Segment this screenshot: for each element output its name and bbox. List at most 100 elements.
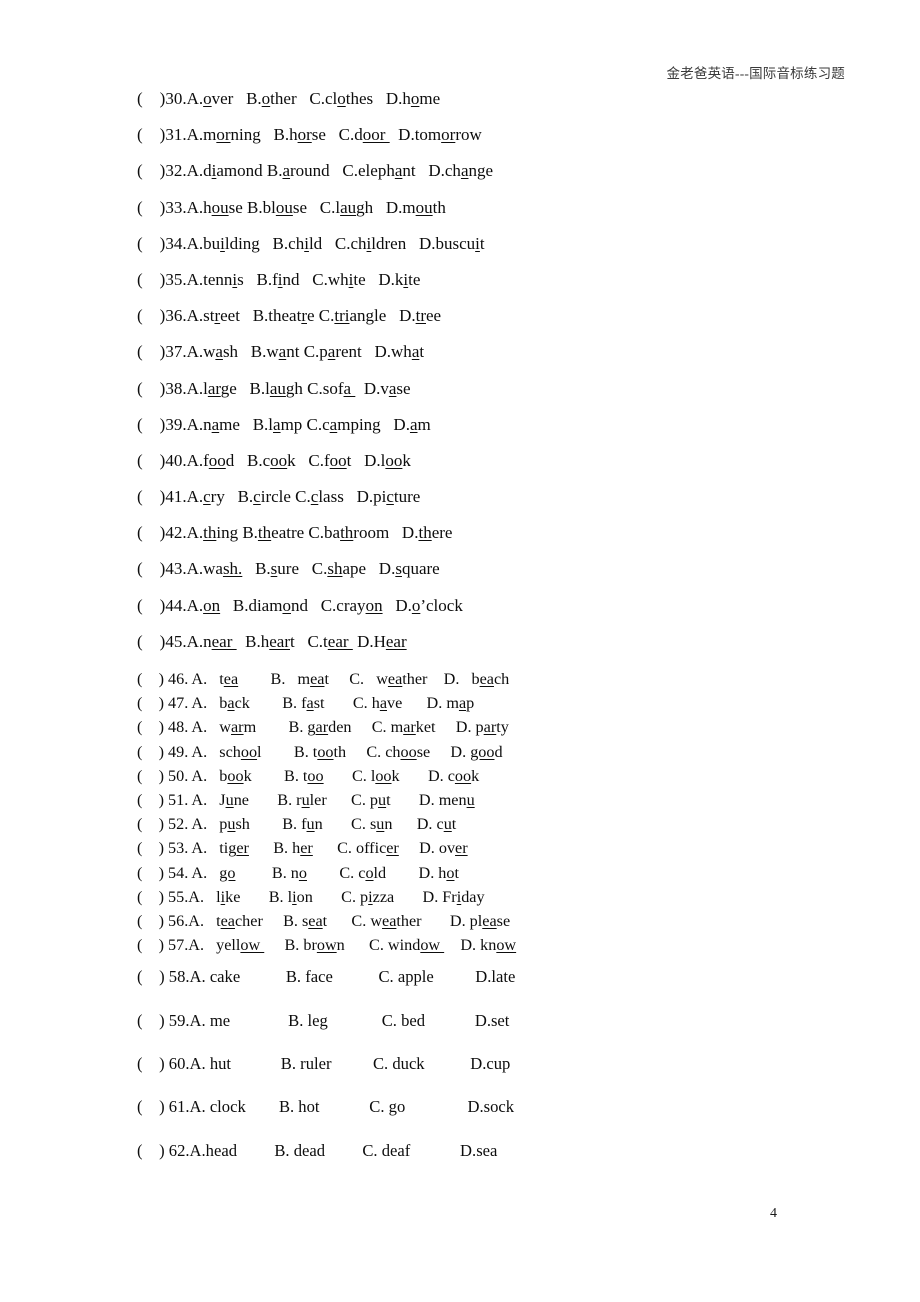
question-text: C. c — [306, 863, 366, 882]
question-row-41: ( )41.A.cry B.circle C.class D.picture — [137, 488, 837, 524]
answer-bracket-57[interactable]: ( — [137, 936, 159, 954]
underlined-text: a — [306, 694, 314, 713]
underlined-text: o — [298, 863, 307, 882]
question-row-42: ( )42.A.thing B.theatre C.bathroom D.the… — [137, 524, 837, 560]
question-text: ’clock — [420, 595, 463, 615]
underlined-text: ear — [327, 631, 353, 651]
question-text: n D. c — [384, 815, 444, 834]
question-row-37: ( )37.A.wash B.want C.parent D.what — [137, 343, 837, 379]
answer-bracket-60[interactable]: ( — [137, 1054, 159, 1073]
answer-bracket-47[interactable]: ( — [137, 694, 159, 712]
answer-bracket-53[interactable]: ( — [137, 839, 159, 857]
question-text: nd C.cray — [290, 595, 366, 615]
underlined-text: ea — [479, 670, 494, 688]
question-group-a: ( )30.A.over B.other C.clothes D.home( )… — [137, 90, 837, 669]
question-text: t C.t — [290, 631, 328, 651]
answer-bracket-55[interactable]: ( — [137, 888, 159, 906]
underlined-text: sh. — [222, 559, 243, 579]
question-row-30: ( )30.A.over B.other C.clothes D.home — [137, 90, 837, 126]
answer-bracket-56[interactable]: ( — [137, 912, 159, 930]
underlined-text: ear — [269, 631, 290, 651]
question-text: th C. ch — [333, 742, 401, 761]
underlined-text: or — [297, 125, 312, 145]
answer-bracket-62[interactable]: ( — [137, 1141, 159, 1160]
underlined-text: ar — [315, 718, 329, 737]
question-text: ket D. p — [415, 718, 484, 737]
question-text: room D. — [353, 523, 419, 543]
question-row-39: ( )39.A.name B.lamp C.camping D.am — [137, 416, 837, 452]
underlined-text: oo — [317, 742, 334, 761]
question-text: nt D.ch — [402, 161, 461, 181]
question-text: )32.A.d — [159, 161, 212, 181]
underlined-text: on — [203, 595, 221, 615]
answer-bracket-52[interactable]: ( — [137, 815, 159, 833]
underlined-text: ow — [420, 936, 445, 955]
answer-bracket-31[interactable]: ( — [137, 125, 160, 144]
question-text: ld C.ch — [308, 233, 367, 253]
answer-bracket-59[interactable]: ( — [137, 1011, 159, 1030]
underlined-text: u — [466, 790, 475, 809]
question-row-43: ( )43.A.wash. B.sure C.shape D.square — [137, 560, 837, 596]
answer-bracket-46[interactable]: ( — [137, 670, 159, 688]
question-text: ge B.l — [220, 378, 270, 398]
answer-bracket-58[interactable]: ( — [137, 967, 159, 986]
question-text: ne B. r — [233, 790, 302, 809]
answer-bracket-40[interactable]: ( — [137, 451, 160, 470]
answer-bracket-61[interactable]: ( — [137, 1097, 159, 1116]
question-text: )38.A.l — [159, 378, 208, 398]
question-text: se — [396, 378, 411, 398]
question-text: d B.c — [225, 450, 271, 470]
question-text: ld D. h — [373, 863, 447, 882]
underlined-text: ow — [240, 936, 265, 955]
question-text: ) 55.A. l — [158, 887, 221, 906]
question-text: t C. w — [324, 670, 388, 688]
question-text: ther D. b — [402, 670, 480, 688]
underlined-text: a — [343, 378, 356, 398]
underlined-text: o — [365, 863, 374, 882]
question-text: B.diam — [220, 595, 283, 615]
page-number: 4 — [770, 1206, 777, 1221]
question-text: t C. w — [322, 911, 383, 930]
answer-bracket-39[interactable]: ( — [137, 415, 160, 434]
answer-bracket-43[interactable]: ( — [137, 559, 160, 578]
answer-bracket-38[interactable]: ( — [137, 379, 160, 398]
question-text: thes D.h — [345, 89, 411, 108]
answer-bracket-44[interactable]: ( — [137, 596, 160, 615]
answer-bracket-42[interactable]: ( — [137, 523, 160, 542]
underlined-text: o — [203, 89, 212, 108]
question-text: t — [454, 863, 459, 882]
underlined-text: ea — [223, 670, 239, 688]
answer-bracket-32[interactable]: ( — [137, 161, 160, 180]
answer-bracket-35[interactable]: ( — [137, 270, 160, 289]
underlined-text: o — [282, 595, 291, 615]
answer-bracket-45[interactable]: ( — [137, 632, 160, 651]
underlined-text: a — [215, 342, 223, 362]
underlined-text: ow — [496, 936, 517, 955]
question-text: nt C.p — [286, 342, 328, 362]
answer-bracket-51[interactable]: ( — [137, 791, 159, 809]
question-row-44: ( )44.A.on B.diamond C.crayon D.o’clock — [137, 597, 837, 633]
answer-bracket-48[interactable]: ( — [137, 718, 159, 736]
answer-bracket-41[interactable]: ( — [137, 487, 160, 506]
answer-bracket-54[interactable]: ( — [137, 864, 159, 882]
question-text: ) 49. A. sch — [158, 742, 241, 761]
question-text: se B.bl — [228, 197, 276, 217]
underlined-text: a — [273, 414, 281, 434]
running-header-title: 金老爸英语---国际音标练习题 — [666, 66, 845, 81]
question-text: nge — [468, 161, 494, 181]
question-text: t — [419, 342, 425, 362]
answer-bracket-34[interactable]: ( — [137, 234, 160, 253]
question-text: s B.f — [237, 269, 278, 289]
question-text: )31.A.m — [159, 125, 217, 145]
answer-bracket-33[interactable]: ( — [137, 198, 160, 217]
answer-bracket-30[interactable]: ( — [137, 89, 160, 108]
answer-bracket-50[interactable]: ( — [137, 767, 159, 785]
question-text: )40.A.f — [159, 450, 209, 470]
answer-bracket-49[interactable]: ( — [137, 743, 159, 761]
question-row-53: ( ) 53. A. tiger B. her C. officer D. ov… — [137, 840, 837, 864]
underlined-text: ea — [220, 911, 235, 930]
answer-bracket-37[interactable]: ( — [137, 342, 160, 361]
question-text: D. — [382, 595, 412, 615]
underlined-text: or — [441, 125, 456, 145]
answer-bracket-36[interactable]: ( — [137, 306, 160, 325]
